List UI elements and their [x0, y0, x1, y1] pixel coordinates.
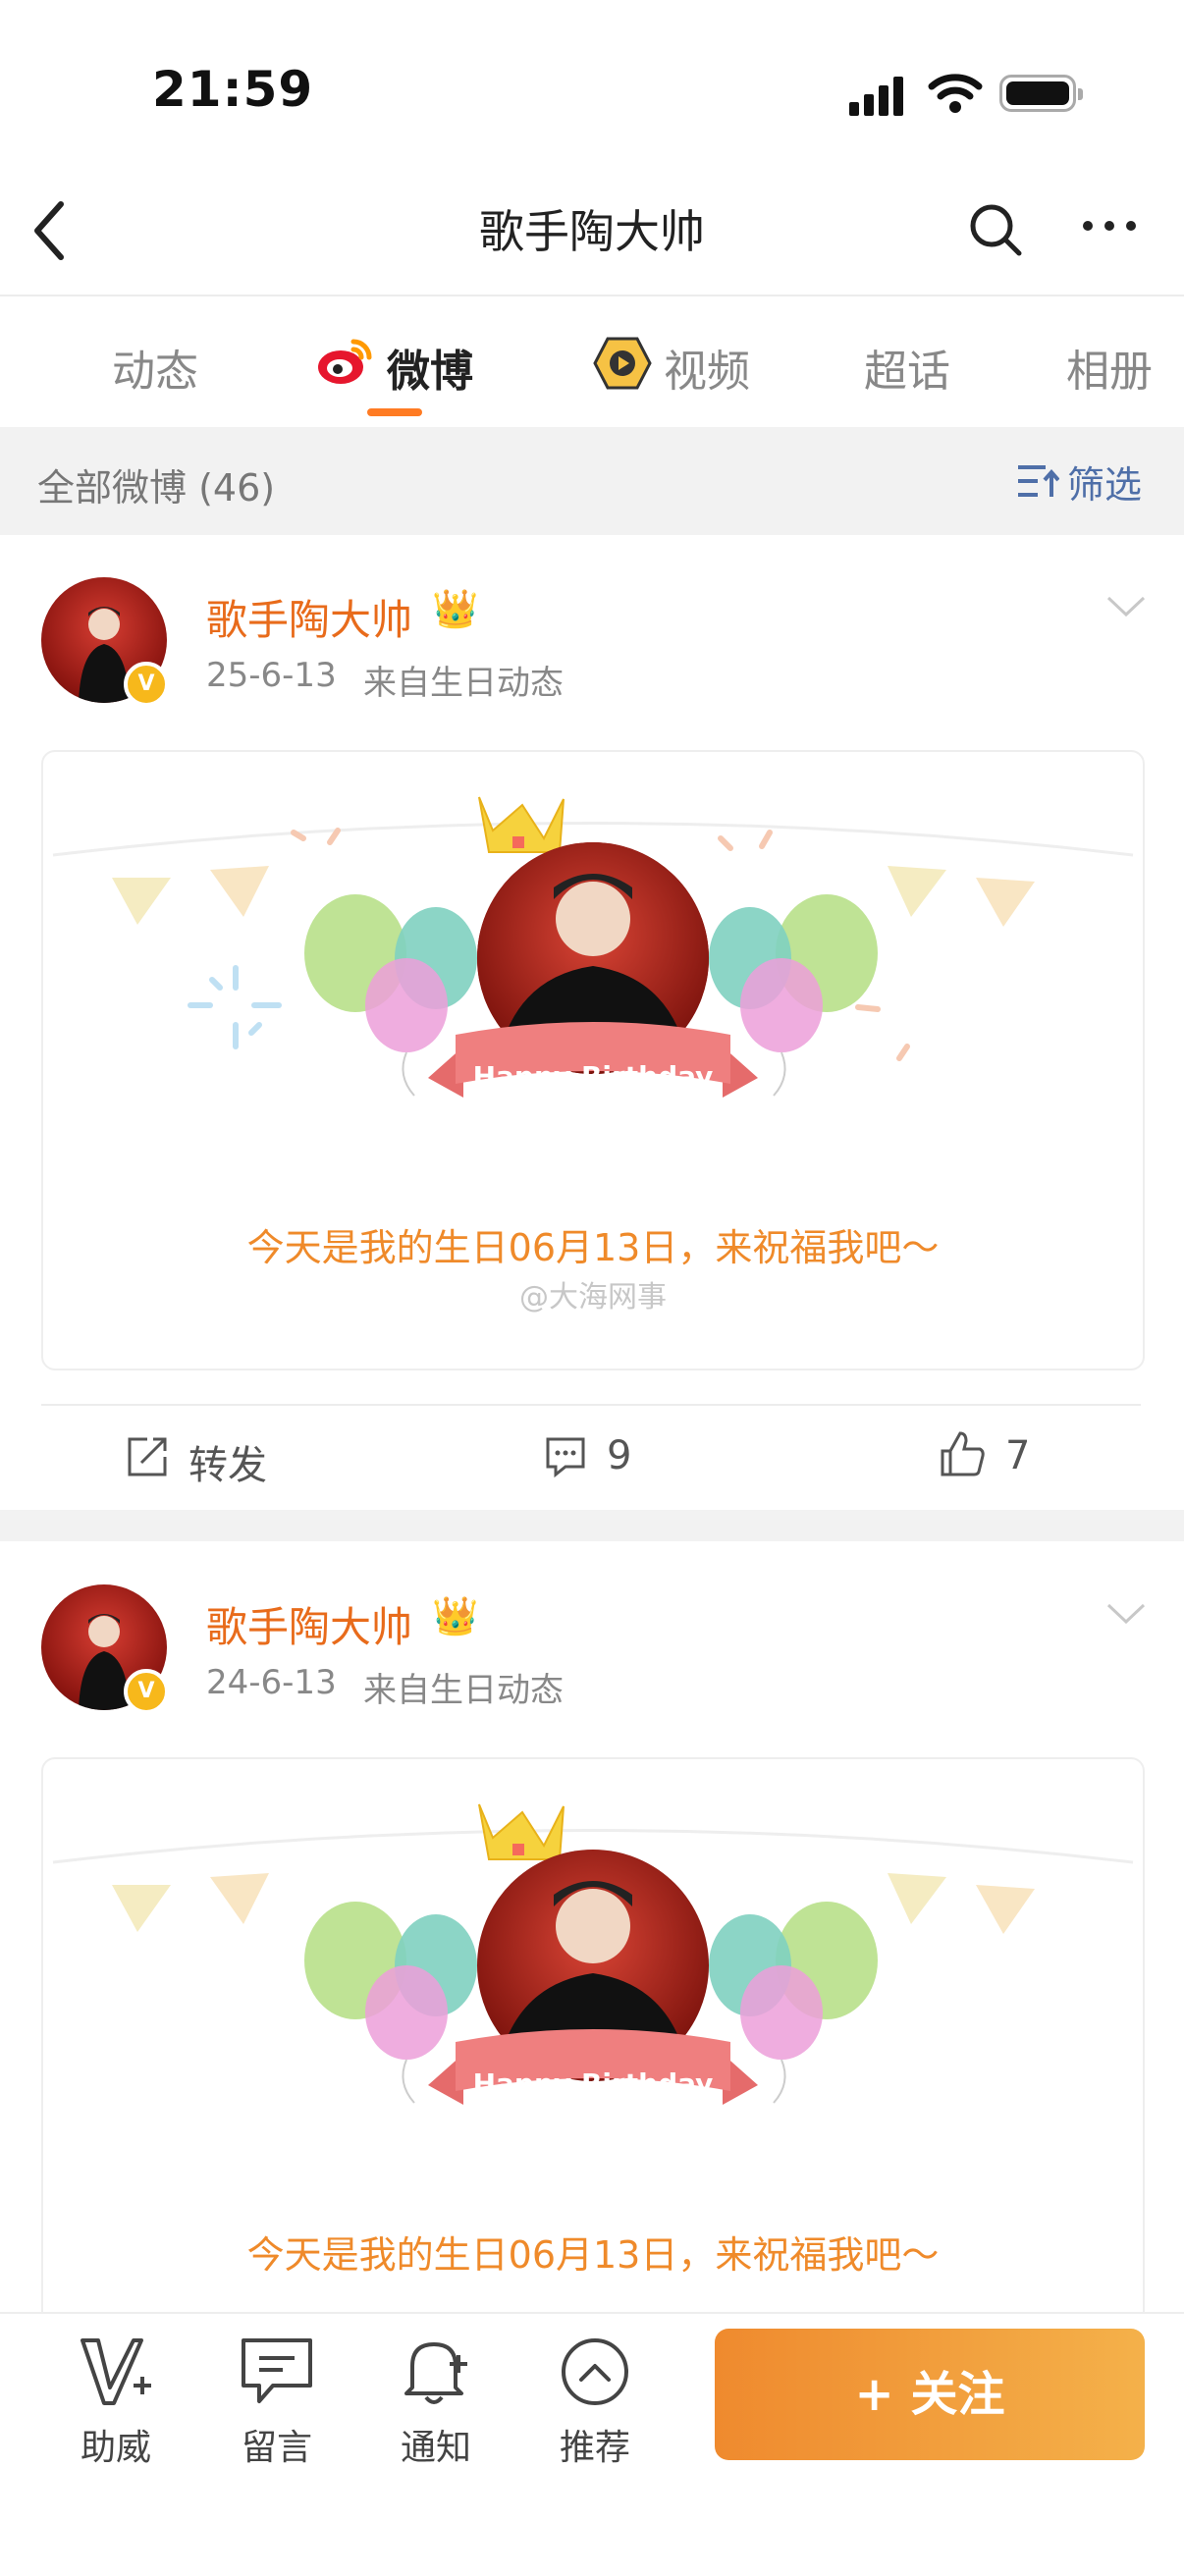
repost-icon[interactable]: [126, 1435, 169, 1478]
tab-supertopic[interactable]: 超话: [864, 336, 950, 399]
post-separator: [0, 1510, 1184, 1541]
tab-dongtai[interactable]: 动态: [112, 336, 198, 399]
post-count-label: 全部微博 (46): [37, 466, 276, 510]
wifi-icon: [928, 74, 983, 113]
tab-weibo[interactable]: 微博: [387, 336, 473, 399]
post-source: 来自生日动态: [363, 664, 564, 703]
happy-birthday-ribbon-text: Happy Birthday: [472, 2067, 714, 2100]
birthday-illustration: [52, 796, 1134, 1098]
crown-icon: 👑: [432, 1594, 479, 1637]
post-actions-divider: [41, 1404, 1141, 1406]
weibo-logo-icon: [318, 339, 372, 384]
v-plus-icon: [81, 2338, 151, 2405]
post-message: 今天是我的生日06月13日，来祝福我吧～: [246, 1226, 940, 1269]
recommend-button[interactable]: 推荐: [536, 2334, 654, 2470]
message-button[interactable]: 留言: [218, 2334, 336, 2470]
active-tab-indicator: [367, 408, 422, 416]
notify-label: 通知: [400, 2428, 471, 2468]
chevron-up-circle-icon: [562, 2338, 628, 2405]
post-username[interactable]: 歌手陶大帅: [206, 1594, 412, 1654]
filter-icon[interactable]: [1016, 461, 1059, 501]
comment-icon[interactable]: [544, 1435, 587, 1478]
post-message: 今天是我的生日06月13日，来祝福我吧～: [246, 2233, 940, 2277]
birthday-illustration: [52, 1803, 1134, 2105]
tab-album[interactable]: 相册: [1066, 336, 1153, 399]
more-options-icon[interactable]: [1080, 218, 1139, 234]
verified-badge: V: [124, 662, 169, 707]
post-username[interactable]: 歌手陶大帅: [206, 587, 412, 647]
nav-divider: [0, 295, 1184, 296]
post-source: 来自生日动态: [363, 1671, 564, 1710]
like-icon[interactable]: [939, 1429, 988, 1478]
follow-button[interactable]: + 关注: [715, 2329, 1145, 2460]
tab-video[interactable]: 视频: [664, 336, 750, 399]
recommend-label: 推荐: [559, 2428, 630, 2468]
filter-button[interactable]: 筛选: [1067, 455, 1142, 509]
cellular-signal-icon: [849, 77, 903, 116]
chevron-down-icon[interactable]: [1105, 1602, 1147, 1626]
chevron-down-icon[interactable]: [1105, 595, 1147, 618]
bell-plus-icon: [404, 2342, 467, 2404]
happy-birthday-ribbon-text: Happy Birthday: [472, 1060, 714, 1093]
birthday-card[interactable]: Happy Birthday 今天是我的生日06月13日，来祝福我吧～ @大海网…: [41, 750, 1145, 1370]
comment-count[interactable]: 9: [607, 1433, 631, 1478]
post-date: 24-6-13: [206, 1663, 337, 1702]
birthday-card[interactable]: Happy Birthday 今天是我的生日06月13日，来祝福我吧～: [41, 1757, 1145, 2350]
message-icon: [242, 2338, 312, 2403]
like-count[interactable]: 7: [1005, 1433, 1030, 1478]
status-time: 21:59: [152, 61, 314, 118]
message-label: 留言: [241, 2428, 312, 2468]
notify-button[interactable]: 通知: [377, 2334, 495, 2470]
verified-badge: V: [124, 1669, 169, 1714]
video-hexagon-icon: [593, 337, 652, 390]
search-icon[interactable]: [967, 201, 1026, 260]
crown-icon: 👑: [432, 587, 479, 630]
cheer-label: 助威: [80, 2428, 151, 2468]
repost-button[interactable]: 转发: [188, 1433, 267, 1490]
watermark: @大海网事: [519, 1280, 667, 1315]
battery-icon: [999, 75, 1083, 112]
post-date: 25-6-13: [206, 656, 337, 695]
cheer-button[interactable]: 助威: [57, 2334, 175, 2470]
